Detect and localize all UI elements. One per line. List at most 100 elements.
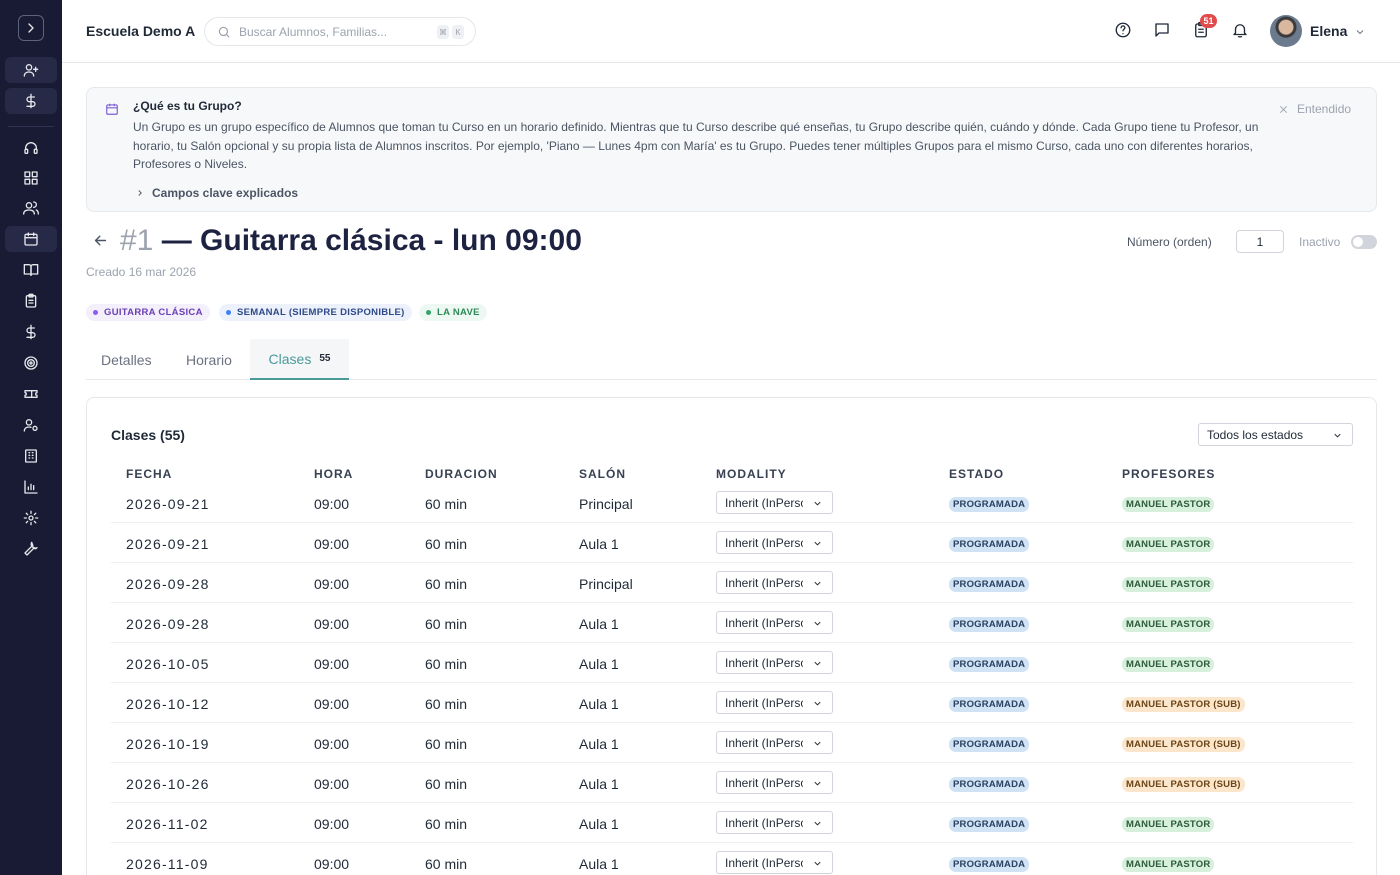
sidebar-item-groups[interactable]: [5, 226, 57, 252]
teacher-badge[interactable]: MANUEL PASTOR (SUB): [1122, 697, 1245, 712]
chevron-down-icon: [814, 781, 821, 786]
tasks-count-badge: 51: [1200, 14, 1217, 28]
tag-label: LA NAVE: [437, 307, 480, 318]
modality-select[interactable]: Inherit (InPerson): [716, 731, 833, 754]
tag-dot: [93, 310, 98, 315]
classes-title: Clases (55): [111, 427, 185, 443]
tag-dot: [426, 310, 431, 315]
status-filter-select[interactable]: Todos los estados: [1198, 423, 1353, 446]
search-input[interactable]: [239, 24, 419, 39]
table-row[interactable]: 2026-10-26 09:00 60 min Aula 1 Inherit (InPe…: [111, 763, 1353, 803]
table-row[interactable]: 2026-11-02 09:00 60 min Aula 1 Inherit (InPe…: [111, 803, 1353, 843]
col-header-fecha[interactable]: FECHA: [126, 467, 172, 481]
sidebar-item-locations[interactable]: [5, 443, 57, 469]
classes-card: Clases (55) Todos los estados FECHA HORA…: [86, 397, 1377, 875]
sidebar-item-events[interactable]: [5, 381, 57, 407]
teacher-badge[interactable]: MANUEL PASTOR: [1122, 577, 1215, 592]
modality-select[interactable]: Inherit (InPerson): [716, 611, 833, 634]
sidebar-item-students[interactable]: [5, 195, 57, 221]
col-header-duracion[interactable]: DURACION: [425, 467, 498, 481]
cell-hora: 09:00: [314, 616, 350, 632]
cell-fecha: 2026-10-26: [126, 776, 210, 792]
cell-duracion: 60 min: [425, 696, 468, 712]
modality-select[interactable]: Inherit (InPerson): [716, 531, 833, 554]
search-box[interactable]: ⌘ K: [204, 17, 476, 46]
modality-value: Inherit (InPerson): [725, 615, 803, 630]
col-header-hora[interactable]: HORA: [314, 467, 353, 481]
messages-button[interactable]: [1153, 21, 1173, 41]
modality-select[interactable]: Inherit (InPerson): [716, 491, 833, 514]
table-row[interactable]: 2026-10-19 09:00 60 min Aula 1 Inherit (InPe…: [111, 723, 1353, 763]
cell-fecha: 2026-10-12: [126, 696, 210, 712]
sidebar-item-support[interactable]: [5, 135, 57, 161]
user-avatar[interactable]: [1270, 15, 1302, 47]
user-cog-icon: [23, 419, 38, 432]
top-header: Escuela Demo A ⌘ K 51 Elena: [62, 0, 1400, 63]
chevron-down-icon: [814, 861, 821, 866]
teacher-badge[interactable]: MANUEL PASTOR: [1122, 537, 1215, 552]
info-description: Un Grupo es un grupo específico de Alumn…: [133, 120, 1259, 171]
notifications-button[interactable]: [1231, 21, 1251, 41]
teacher-badge[interactable]: MANUEL PASTOR: [1122, 817, 1215, 832]
group-number: #1: [120, 224, 154, 257]
col-header-modality[interactable]: MODALITY: [716, 467, 787, 481]
cell-fecha: 2026-10-05: [126, 656, 210, 672]
cell-duracion: 60 min: [425, 616, 468, 632]
wrench-icon: [24, 541, 38, 556]
teacher-badge[interactable]: MANUEL PASTOR: [1122, 857, 1215, 872]
inactive-toggle[interactable]: [1351, 235, 1377, 249]
col-header-profesores[interactable]: PROFESORES: [1122, 467, 1215, 481]
tab-details[interactable]: Detalles: [101, 339, 152, 380]
sidebar-item-add-student[interactable]: [5, 57, 57, 83]
sidebar-item-attendance[interactable]: [5, 288, 57, 314]
cell-duracion: 60 min: [425, 736, 468, 752]
teacher-badge[interactable]: MANUEL PASTOR: [1122, 497, 1215, 512]
arrow-left-icon: [94, 235, 107, 246]
help-button[interactable]: [1114, 21, 1134, 41]
tag-label: GUITARRA CLÁSICA: [104, 307, 203, 318]
modality-select[interactable]: Inherit (InPerson): [716, 811, 833, 834]
sidebar-expand-button[interactable]: [18, 15, 44, 41]
col-header-estado[interactable]: ESTADO: [949, 467, 1004, 481]
teacher-badge[interactable]: MANUEL PASTOR: [1122, 617, 1215, 632]
dismiss-info-button[interactable]: Entendido: [1278, 102, 1351, 116]
modality-select[interactable]: Inherit (InPerson): [716, 691, 833, 714]
sidebar-item-settings[interactable]: [5, 505, 57, 531]
sidebar-item-tools[interactable]: [5, 536, 57, 562]
cell-fecha: 2026-09-28: [126, 616, 210, 632]
page-title: #1 — Guitarra clásica - lun 09:00: [120, 224, 582, 258]
sidebar-item-goals[interactable]: [5, 350, 57, 376]
table-row[interactable]: 2026-11-09 09:00 60 min Aula 1 Inherit (InPe…: [111, 843, 1353, 875]
modality-select[interactable]: Inherit (InPerson): [716, 571, 833, 594]
table-row[interactable]: 2026-09-21 09:00 60 min Aula 1 Inherit (InPe…: [111, 523, 1353, 563]
teacher-badge[interactable]: MANUEL PASTOR (SUB): [1122, 777, 1245, 792]
back-button[interactable]: [92, 232, 109, 254]
tab-schedule[interactable]: Horario: [186, 339, 232, 380]
table-row[interactable]: 2026-09-21 09:00 60 min Principal Inherit (I…: [111, 483, 1353, 523]
sidebar-item-payments[interactable]: [5, 88, 57, 114]
table-row[interactable]: 2026-10-05 09:00 60 min Aula 1 Inherit (InPe…: [111, 643, 1353, 683]
sidebar-item-reports[interactable]: [5, 474, 57, 500]
col-header-salon[interactable]: SALÓN: [579, 467, 626, 481]
tab-classes[interactable]: Clases 55: [250, 339, 349, 380]
teacher-badge[interactable]: MANUEL PASTOR: [1122, 657, 1215, 672]
modality-select[interactable]: Inherit (InPerson): [716, 651, 833, 674]
modality-select[interactable]: Inherit (InPerson): [716, 851, 833, 874]
school-name[interactable]: Escuela Demo A: [86, 23, 195, 39]
sidebar-item-staff[interactable]: [5, 412, 57, 438]
created-date: Creado 16 mar 2026: [86, 265, 197, 279]
cell-fecha: 2026-09-21: [126, 536, 210, 552]
user-name[interactable]: Elena: [1310, 23, 1347, 39]
table-row[interactable]: 2026-09-28 09:00 60 min Principal Inherit (I…: [111, 563, 1353, 603]
order-input[interactable]: [1236, 230, 1284, 253]
close-icon: [1279, 105, 1288, 113]
sidebar-item-dashboard[interactable]: [5, 165, 57, 191]
user-menu-toggle[interactable]: [1354, 25, 1366, 43]
key-fields-toggle[interactable]: Campos clave explicados: [135, 186, 298, 200]
table-row[interactable]: 2026-09-28 09:00 60 min Aula 1 Inherit (InPe…: [111, 603, 1353, 643]
table-row[interactable]: 2026-10-12 09:00 60 min Aula 1 Inherit (InPe…: [111, 683, 1353, 723]
sidebar-item-courses[interactable]: [5, 257, 57, 283]
teacher-badge[interactable]: MANUEL PASTOR (SUB): [1122, 737, 1245, 752]
modality-select[interactable]: Inherit (InPerson): [716, 771, 833, 794]
sidebar-item-billing[interactable]: [5, 319, 57, 345]
